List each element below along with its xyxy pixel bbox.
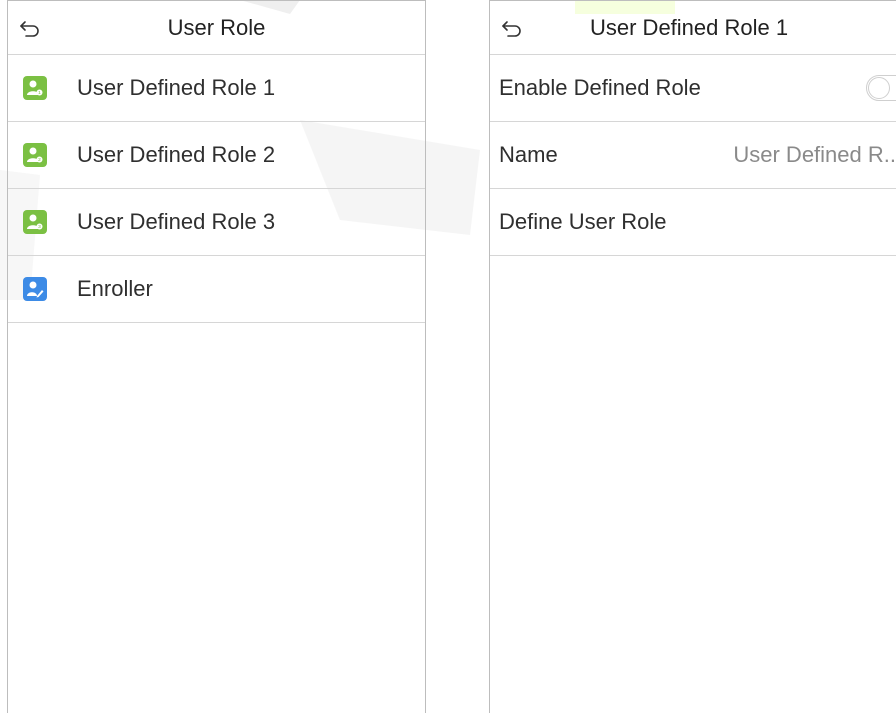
svg-text:1: 1: [38, 90, 41, 96]
name-row[interactable]: Name User Defined R..: [490, 122, 896, 189]
list-item-label: User Defined Role 3: [77, 209, 276, 234]
page-title: User Role: [167, 14, 266, 40]
list-item-enroller[interactable]: Enroller: [8, 256, 425, 323]
back-arrow-icon: [502, 21, 521, 37]
title-bar: User Defined Role 1: [490, 0, 896, 55]
enable-defined-role-toggle[interactable]: [866, 75, 896, 101]
user-role-screen: User Role 1 User Defined Role 1 2 User D…: [7, 0, 426, 713]
list-item-label: Enroller: [77, 276, 153, 301]
title-bar: User Role: [8, 0, 425, 55]
back-button[interactable]: [500, 15, 526, 41]
page-title: User Defined Role 1: [590, 14, 789, 40]
user-role-3-icon: 3: [23, 210, 47, 234]
list-item-label: User Defined Role 1: [77, 75, 276, 100]
name-label: Name: [499, 142, 558, 167]
define-user-role-row[interactable]: Define User Role: [490, 189, 896, 256]
back-arrow-icon: [20, 21, 39, 37]
user-defined-role-screen: User Defined Role 1 Enable Defined Role …: [489, 0, 896, 713]
list-item-label: User Defined Role 2: [77, 142, 276, 167]
enable-defined-role-label: Enable Defined Role: [499, 75, 701, 100]
user-role-2-icon: 2: [23, 143, 47, 167]
back-button[interactable]: [18, 15, 44, 41]
toggle-knob: [868, 77, 890, 99]
list-item-user-defined-role-1[interactable]: 1 User Defined Role 1: [8, 55, 425, 122]
list-item-user-defined-role-3[interactable]: 3 User Defined Role 3: [8, 189, 425, 256]
define-user-role-label: Define User Role: [499, 209, 667, 234]
enroller-icon: [23, 277, 47, 301]
user-role-1-icon: 1: [23, 76, 47, 100]
name-value: User Defined R..: [733, 142, 896, 167]
enable-defined-role-row[interactable]: Enable Defined Role: [490, 55, 896, 122]
svg-text:3: 3: [38, 224, 41, 230]
svg-text:2: 2: [38, 157, 41, 163]
list-item-user-defined-role-2[interactable]: 2 User Defined Role 2: [8, 122, 425, 189]
